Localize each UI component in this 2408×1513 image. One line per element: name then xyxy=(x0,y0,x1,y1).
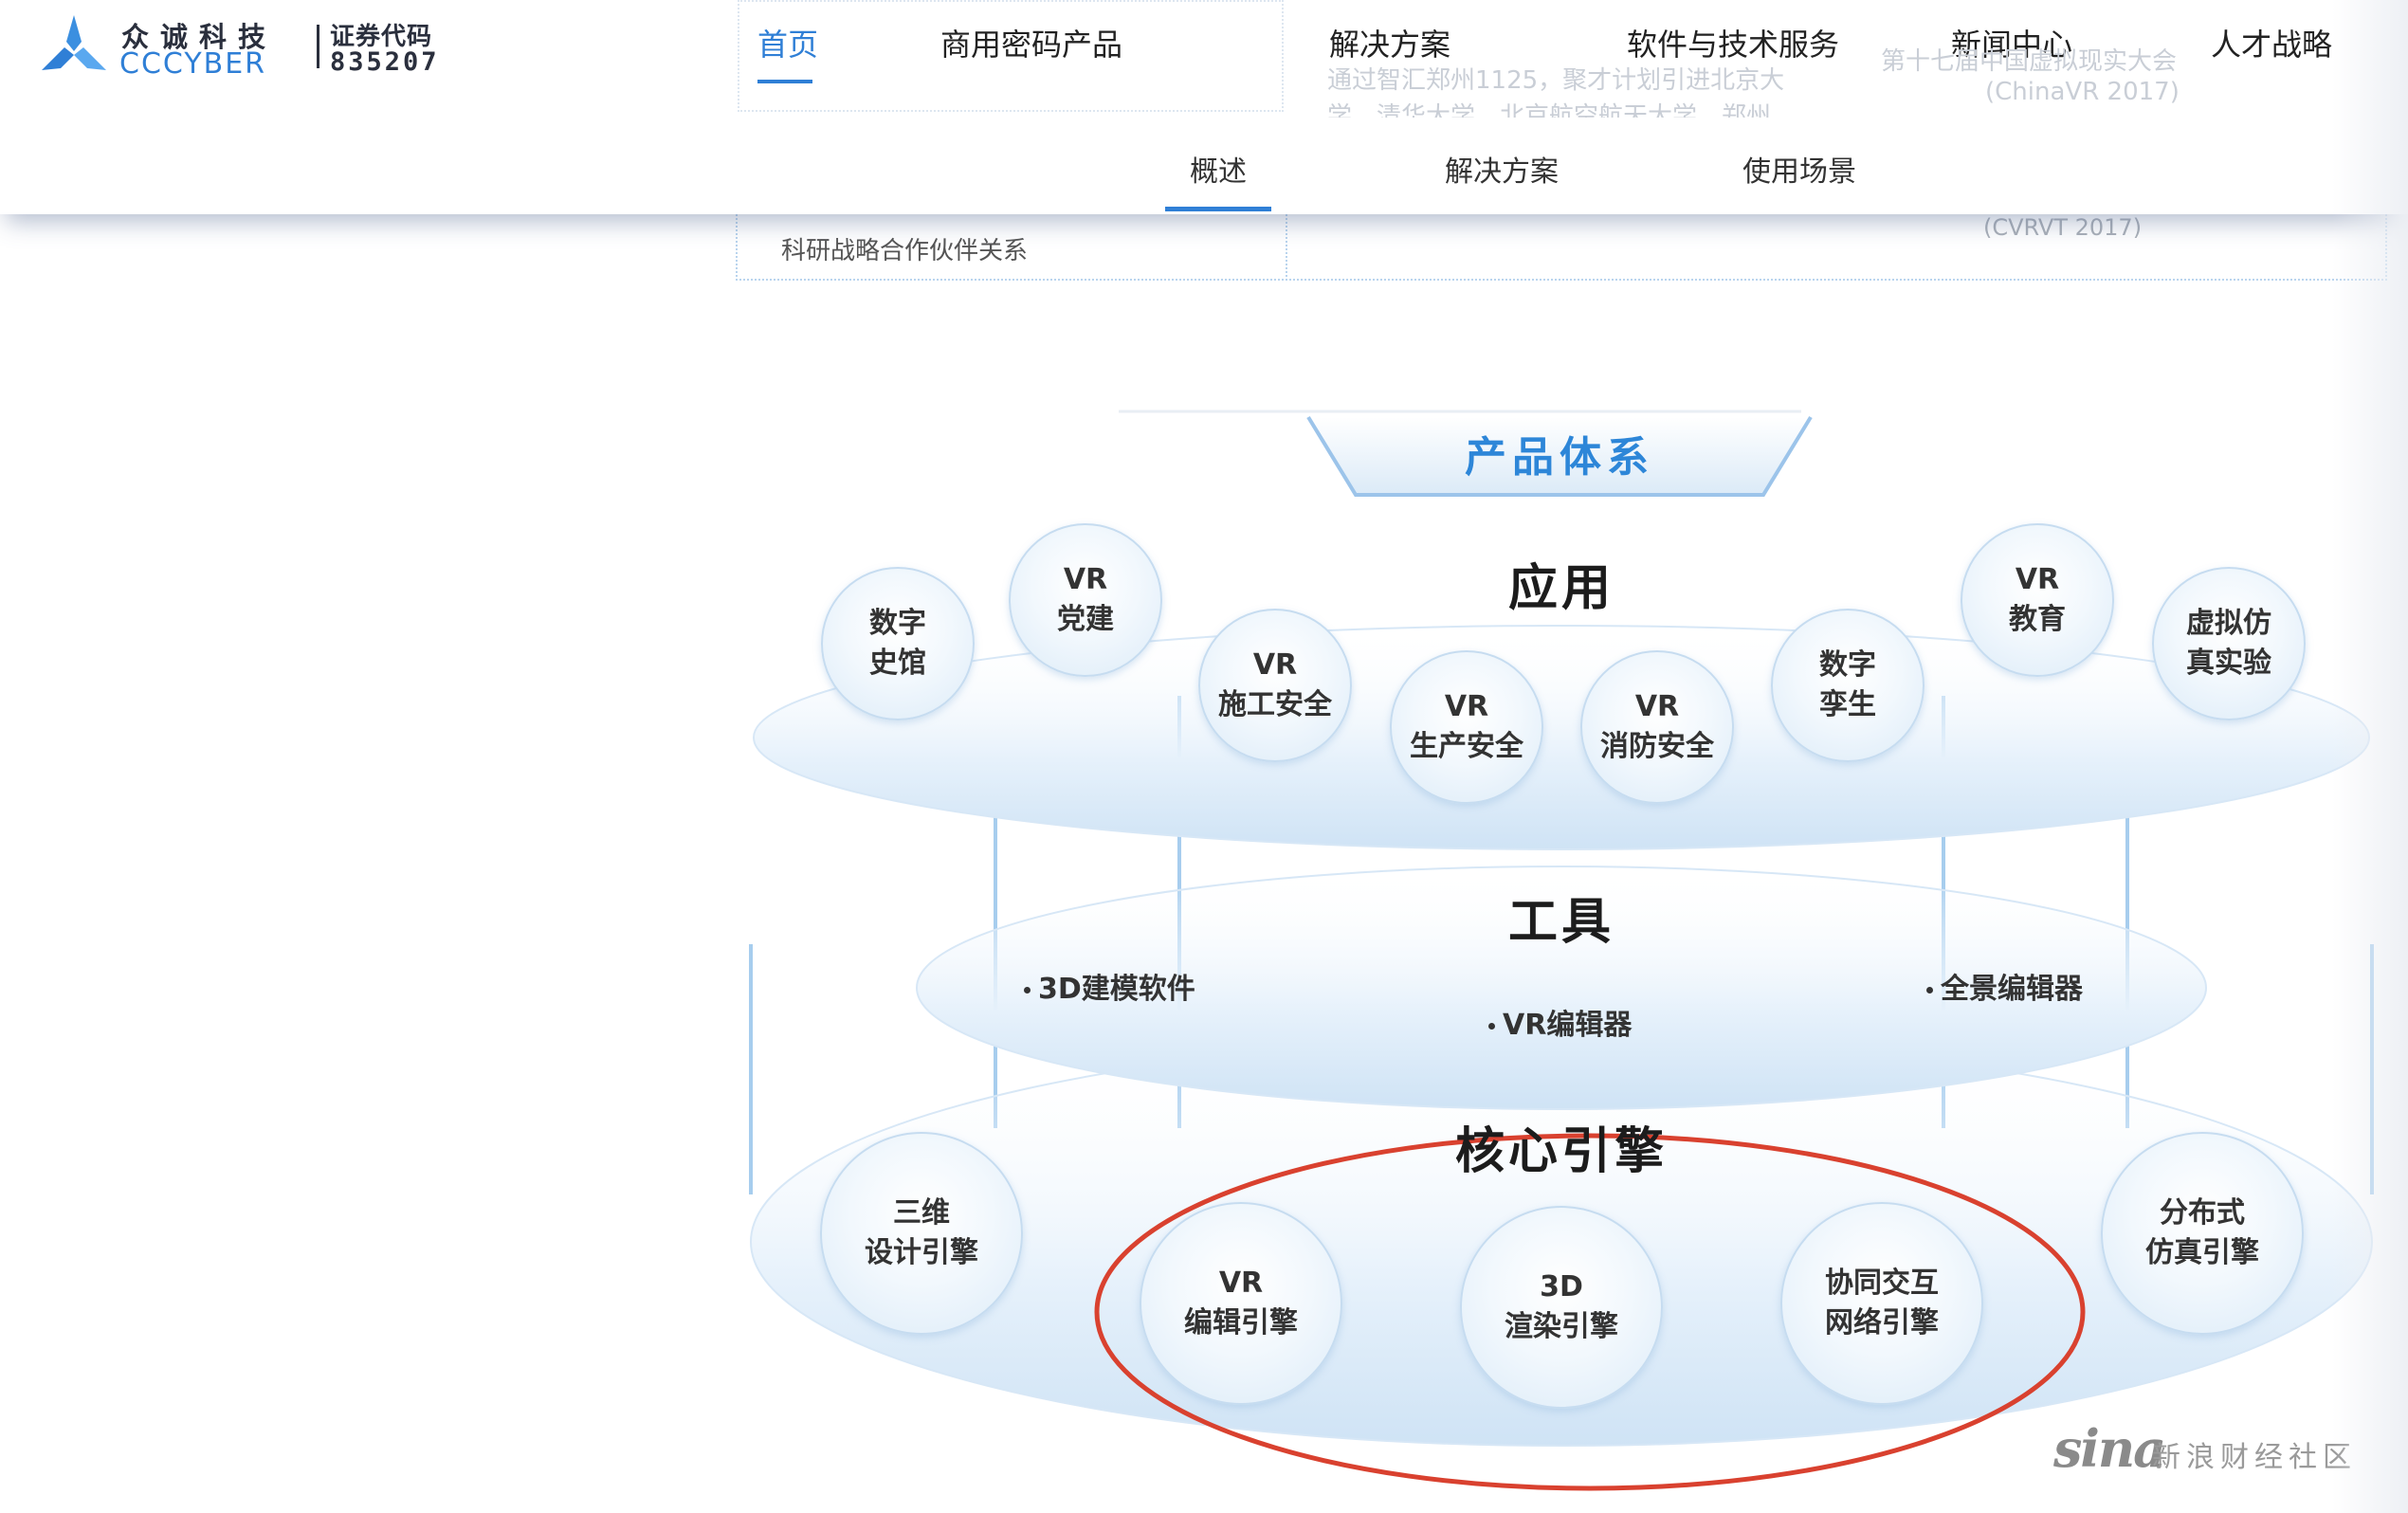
app-node-virtual-simulation-experiment[interactable]: 虚拟仿 真实验 xyxy=(2152,567,2306,720)
node-line: 编辑引擎 xyxy=(1184,1306,1298,1340)
node-line: 党建 xyxy=(1057,603,1114,636)
core-node-vr-editing-engine[interactable]: VR 编辑引擎 xyxy=(1140,1202,1342,1405)
watermark-text: 新浪财经社区 xyxy=(2152,1441,2357,1474)
app-node-vr-party-building[interactable]: VR 党建 xyxy=(1009,523,1162,677)
layer-title-core-engine: 核心引擎 xyxy=(1454,1123,1668,1180)
node-line: 孪生 xyxy=(1819,688,1876,721)
sina-watermark: sina 新浪财经社区 xyxy=(2053,1418,2366,1485)
node-line: 网络引擎 xyxy=(1825,1306,1939,1340)
app-node-digital-twin[interactable]: 数字 孪生 xyxy=(1771,609,1925,762)
right-edge-shadow xyxy=(2332,0,2408,1513)
tool-panorama-editor[interactable]: 全景编辑器 xyxy=(1926,965,2083,1007)
core-node-3d-design-engine[interactable]: 三维 设计引擎 xyxy=(820,1132,1023,1335)
node-line: 虚拟仿 xyxy=(2186,607,2271,640)
company-logo[interactable]: 众诚科技 CCCYBER 证券代码 835207 xyxy=(36,11,444,81)
stock-code-value: 835207 xyxy=(330,47,440,77)
node-line: 设计引擎 xyxy=(865,1236,978,1269)
node-line: 生产安全 xyxy=(1410,730,1523,763)
node-line: VR xyxy=(1252,648,1298,682)
node-line: 3D xyxy=(1540,1270,1583,1303)
bullet-dot xyxy=(1488,1023,1495,1030)
tool-3d-modeling[interactable]: 3D建模软件 xyxy=(1024,965,1195,1007)
tool-vr-editor[interactable]: VR编辑器 xyxy=(1488,1001,1632,1043)
node-line: 仿真引擎 xyxy=(2145,1236,2259,1269)
core-node-distributed-simulation-engine[interactable]: 分布式 仿真引擎 xyxy=(2101,1132,2304,1335)
node-line: VR xyxy=(2015,563,2060,596)
node-line: VR xyxy=(1218,1267,1264,1300)
subnav-active-indicator xyxy=(1165,207,1271,211)
bullet-dot xyxy=(1926,987,1933,993)
subnav-use-cases[interactable]: 使用场景 xyxy=(1742,148,1856,190)
layer-title-application: 应用 xyxy=(1507,560,1614,617)
core-node-3d-rendering-engine[interactable]: 3D 渲染引擎 xyxy=(1460,1206,1663,1409)
layer-title-tools: 工具 xyxy=(1507,894,1614,951)
diagram-title: 产品体系 xyxy=(1465,433,1654,482)
node-line: VR xyxy=(1634,690,1680,723)
logo-mark-icon xyxy=(42,15,106,70)
node-line: 渲染引擎 xyxy=(1505,1310,1618,1343)
tool-label: VR编辑器 xyxy=(1503,1009,1633,1042)
ghost-card xyxy=(738,0,1284,112)
node-line: 协同交互 xyxy=(1825,1267,1939,1300)
app-node-digital-museum[interactable]: 数字 史馆 xyxy=(821,567,975,720)
app-node-vr-fire-safety[interactable]: VR 消防安全 xyxy=(1580,650,1734,804)
node-line: 史馆 xyxy=(869,647,926,680)
tool-label: 3D建模软件 xyxy=(1038,973,1195,1006)
node-line: 真实验 xyxy=(2186,647,2271,680)
tool-label: 全景编辑器 xyxy=(1941,973,2083,1006)
bullet-dot xyxy=(1024,987,1031,993)
node-line: 施工安全 xyxy=(1218,688,1332,721)
node-line: 数字 xyxy=(869,607,926,640)
nav-software-services[interactable]: 软件与技术服务 xyxy=(1627,21,1839,64)
logo-divider xyxy=(317,25,319,68)
core-node-collaborative-network-engine[interactable]: 协同交互 网络引擎 xyxy=(1780,1202,1983,1405)
app-node-vr-construction-safety[interactable]: VR 施工安全 xyxy=(1198,609,1352,762)
node-line: 三维 xyxy=(893,1196,950,1230)
app-node-vr-production-safety[interactable]: VR 生产安全 xyxy=(1390,650,1543,804)
node-line: 教育 xyxy=(2009,603,2066,636)
subnav-overview[interactable]: 概述 xyxy=(1190,148,1247,190)
subnav-solutions[interactable]: 解决方案 xyxy=(1445,148,1559,190)
node-line: 消防安全 xyxy=(1600,730,1714,763)
node-line: VR xyxy=(1063,563,1108,596)
nav-news-center[interactable]: 新闻中心 xyxy=(1951,21,2072,64)
node-line: VR xyxy=(1444,690,1489,723)
logo-name-en: CCCYBER xyxy=(119,47,267,81)
nav-talent-strategy[interactable]: 人才战略 xyxy=(2211,21,2332,64)
nav-solutions[interactable]: 解决方案 xyxy=(1329,21,1450,64)
node-line: 数字 xyxy=(1819,648,1876,682)
app-node-vr-education[interactable]: VR 教育 xyxy=(1961,523,2114,677)
sina-logo-icon: sina xyxy=(2053,1418,2166,1479)
node-line: 分布式 xyxy=(2160,1196,2245,1230)
product-system-diagram: 产品体系 应用 数字 史馆 VR 党建 VR 施工安全 VR 生产安全 VR 消… xyxy=(0,0,2408,1513)
